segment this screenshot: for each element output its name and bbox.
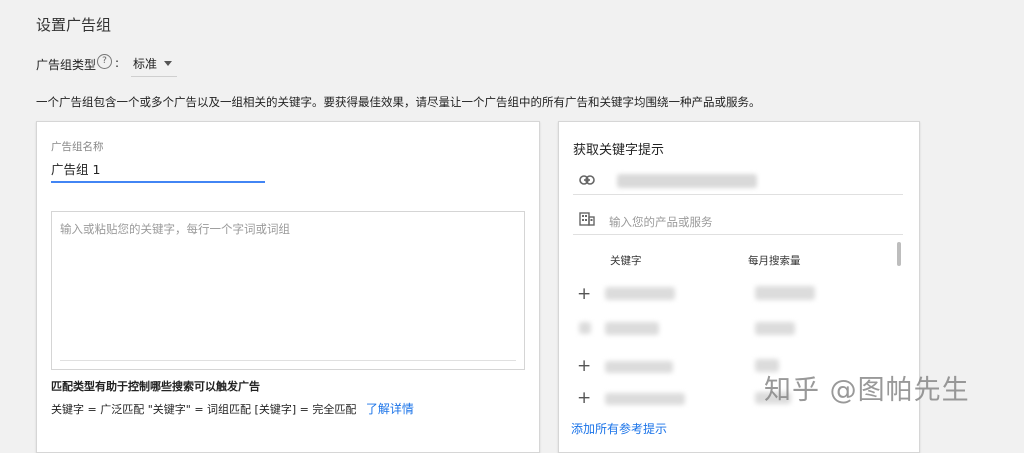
textarea-scrollbar[interactable] — [60, 360, 516, 361]
divider — [573, 194, 903, 195]
column-header-monthly-searches: 每月搜索量 — [748, 255, 801, 267]
caret-down-icon — [164, 61, 172, 66]
help-icon[interactable]: ? — [97, 54, 112, 69]
keyword-blurred — [605, 287, 675, 300]
ad-group-card: 广告组名称 广告组 1 输入或粘贴您的关键字，每行一个字词或词组 匹配类型有助于… — [36, 121, 540, 453]
plus-icon[interactable]: + — [577, 390, 591, 407]
keyword-blurred — [605, 322, 659, 335]
column-header-keyword: 关键字 — [610, 255, 642, 267]
ad-group-type-select[interactable]: 标准 — [131, 50, 177, 77]
learn-more-link[interactable]: 了解详情 — [366, 402, 414, 416]
divider — [573, 234, 903, 235]
ad-group-type-value: 标准 — [133, 57, 158, 71]
volume-blurred — [755, 286, 815, 300]
landing-page-url-blurred[interactable] — [617, 174, 757, 188]
watermark: 知乎 @图帕先生 — [764, 375, 970, 406]
ad-group-name-input[interactable]: 广告组 1 — [51, 155, 265, 183]
ad-group-name-label: 广告组名称 — [51, 141, 104, 153]
ad-group-name-value: 广告组 1 — [51, 162, 101, 177]
add-all-suggestions-link[interactable]: 添加所有参考提示 — [571, 420, 667, 437]
building-icon — [579, 212, 595, 226]
ad-group-type-label: 广告组类型 — [36, 58, 97, 72]
plus-icon[interactable]: + — [577, 286, 591, 303]
keywords-placeholder: 输入或粘贴您的关键字，每行一个字词或词组 — [60, 222, 290, 236]
match-types-text: 关键字 = 广泛匹配 "关键字" = 词组匹配 [关键字] = 完全匹配 — [51, 403, 357, 416]
ad-group-description: 一个广告组包含一个或多个广告以及一组相关的关键字。要获得最佳效果，请尽量让一个广… — [36, 95, 761, 109]
keyword-blurred — [605, 361, 673, 373]
match-types-title: 匹配类型有助于控制哪些搜索可以触发广告 — [51, 380, 260, 393]
page-title: 设置广告组 — [36, 16, 112, 34]
suggestions-scrollbar[interactable] — [897, 242, 901, 266]
keyword-blurred — [605, 393, 685, 405]
link-icon — [579, 175, 595, 185]
volume-blurred — [755, 322, 795, 335]
keywords-textarea[interactable]: 输入或粘贴您的关键字，每行一个字词或词组 — [51, 211, 525, 370]
keyword-blurred — [579, 322, 591, 334]
plus-icon[interactable]: + — [577, 358, 591, 375]
keyword-ideas-title: 获取关键字提示 — [573, 143, 665, 158]
match-types-description: 关键字 = 广泛匹配 "关键字" = 词组匹配 [关键字] = 完全匹配 了解详… — [51, 400, 414, 417]
colon: : — [115, 56, 120, 70]
product-service-input[interactable]: 输入您的产品或服务 — [609, 214, 713, 230]
